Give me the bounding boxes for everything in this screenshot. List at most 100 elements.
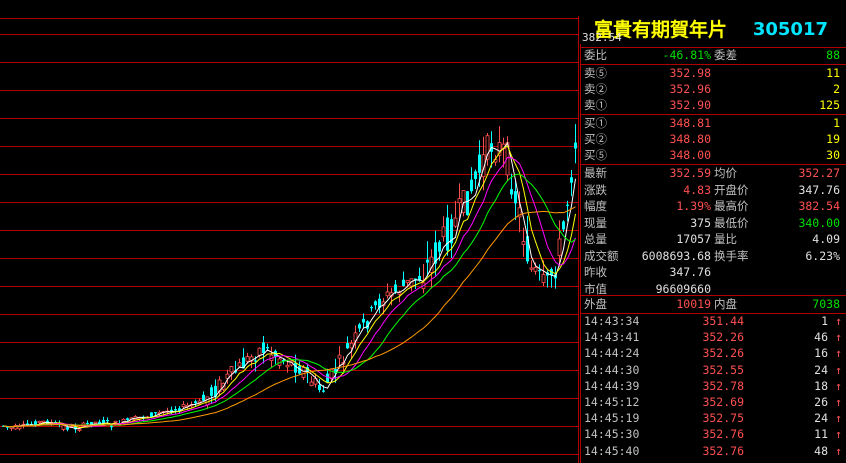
quote-label: 成交额 <box>584 248 619 263</box>
quote-label: 开盘价 <box>714 182 749 197</box>
bid-price: 348.80 <box>669 132 711 146</box>
quote-label: 最高价 <box>714 199 749 213</box>
tick-time: 14:43:41 <box>584 330 640 345</box>
quote-value: 347.76 <box>669 265 711 279</box>
candle-body <box>285 364 290 368</box>
tick-volume: 24 <box>814 362 828 377</box>
ask-label: 卖② <box>584 82 607 96</box>
inner-volume-value: 7038 <box>812 297 840 311</box>
up-arrow-icon: ↑ <box>835 427 842 442</box>
tick-row[interactable]: 14:45:30 352.76 11 ↑ <box>582 427 844 443</box>
candle-body <box>174 408 177 411</box>
tick-time: 14:45:30 <box>584 427 640 442</box>
tick-row[interactable]: 14:43:34 351.44 1 ↑ <box>582 314 844 330</box>
tick-volume: 11 <box>814 427 828 442</box>
candle-body <box>257 347 262 356</box>
quote-row[interactable]: 现量 375 最低价 340.00 <box>582 216 844 232</box>
up-arrow-icon: ↑ <box>835 362 842 377</box>
divider <box>580 64 846 65</box>
tick-price: 352.26 <box>702 346 744 361</box>
quote-value: 352.59 <box>669 166 711 180</box>
quote-label: 涨跌 <box>584 182 607 197</box>
candle-body <box>194 401 197 404</box>
tick-price: 352.76 <box>702 427 744 442</box>
quote-label: 量比 <box>714 232 737 246</box>
flow-row[interactable]: 外盘 10019 内盘 7038 <box>582 297 844 313</box>
tick-row[interactable]: 14:45:19 352.75 24 ↑ <box>582 411 844 427</box>
quote-label: 最低价 <box>714 215 749 230</box>
tick-volume: 16 <box>814 346 828 361</box>
candle-body <box>318 384 321 390</box>
tick-row[interactable]: 14:44:39 352.78 18 ↑ <box>582 379 844 395</box>
candlestick-plot[interactable] <box>0 0 579 463</box>
candle-body <box>426 259 429 263</box>
tick-row[interactable]: 14:44:30 352.55 24 ↑ <box>582 363 844 379</box>
tick-price: 352.78 <box>702 378 744 393</box>
ask-row[interactable]: 卖② 352.96 2 <box>582 82 844 98</box>
candle-body <box>562 221 565 230</box>
ask-volume: 2 <box>833 82 840 96</box>
tick-row[interactable]: 14:43:41 352.26 46 ↑ <box>582 330 844 346</box>
quote-value: 352.27 <box>798 166 840 180</box>
candle-body <box>77 428 82 431</box>
candle-body <box>181 404 186 408</box>
ask-row[interactable]: 卖① 352.90 125 <box>582 98 844 114</box>
candle-body <box>405 280 410 283</box>
security-code: 305017 <box>752 19 828 40</box>
kline-chart[interactable] <box>0 0 579 463</box>
quote-row[interactable]: 幅度 1.39% 最高价 382.54 <box>582 199 844 215</box>
bid-volume: 19 <box>826 132 840 146</box>
candle-body <box>110 425 113 428</box>
ask-label: 卖① <box>584 98 607 112</box>
candle-body <box>66 427 69 430</box>
up-arrow-icon: ↑ <box>835 330 842 345</box>
divider <box>580 164 846 165</box>
weicha-label: 委差 <box>714 48 737 62</box>
candle-body <box>478 154 481 173</box>
candle-body <box>570 177 573 183</box>
bid-row[interactable]: 买② 348.80 19 <box>582 132 844 148</box>
candle-body <box>521 241 526 245</box>
candle-body <box>529 267 534 270</box>
quote-value: 375 <box>690 215 711 230</box>
bid-price: 348.00 <box>669 148 711 162</box>
weibi-row[interactable]: 委比 -46.81% 委差 88 <box>582 48 844 64</box>
ask-row[interactable]: 卖⑤ 352.98 11 <box>582 66 844 82</box>
weibi-value: -46.81% <box>662 48 711 62</box>
bid-row[interactable]: 买① 348.81 1 <box>582 116 844 132</box>
quote-row[interactable]: 最新 352.59 均价 352.27 <box>582 166 844 182</box>
tick-row[interactable]: 14:44:24 352.26 16 ↑ <box>582 346 844 362</box>
tick-time: 14:44:24 <box>584 346 640 361</box>
candle-body <box>574 142 577 149</box>
quote-row[interactable]: 昨收 347.76 <box>582 265 844 281</box>
candle-body <box>457 198 462 204</box>
candle-body <box>294 362 297 373</box>
tick-row[interactable]: 14:45:40 352.76 48 ↑ <box>582 444 844 460</box>
ma30-line <box>3 173 576 428</box>
bid-volume: 1 <box>833 116 840 130</box>
candle-body <box>358 324 361 329</box>
candle-body <box>533 267 538 272</box>
outer-volume-value: 10019 <box>676 297 711 311</box>
up-arrow-icon: ↑ <box>835 314 842 328</box>
quote-value: 6008693.68 <box>641 248 711 263</box>
candle-body <box>210 387 213 396</box>
outer-volume-label: 外盘 <box>584 297 607 311</box>
bid-row[interactable]: 买⑤ 348.00 30 <box>582 148 844 164</box>
tick-time: 14:45:12 <box>584 395 640 409</box>
divider <box>580 295 846 296</box>
quote-label: 最新 <box>584 166 607 180</box>
candle-body <box>237 362 242 367</box>
ask-volume: 125 <box>819 98 840 112</box>
candle-body <box>385 291 390 297</box>
candle-body <box>557 238 562 256</box>
inner-volume-label: 内盘 <box>714 297 737 311</box>
tick-price: 352.26 <box>702 330 744 345</box>
up-arrow-icon: ↑ <box>835 443 842 458</box>
candle-body <box>446 217 449 251</box>
tick-row[interactable]: 14:45:12 352.69 26 ↑ <box>582 395 844 411</box>
quote-row[interactable]: 总量 17057 量比 4.09 <box>582 232 844 248</box>
chart-high-price-label: 382.54 <box>582 31 622 44</box>
quote-row[interactable]: 成交额 6008693.68 换手率 6.23% <box>582 249 844 265</box>
quote-row[interactable]: 涨跌 4.83 开盘价 347.76 <box>582 183 844 199</box>
